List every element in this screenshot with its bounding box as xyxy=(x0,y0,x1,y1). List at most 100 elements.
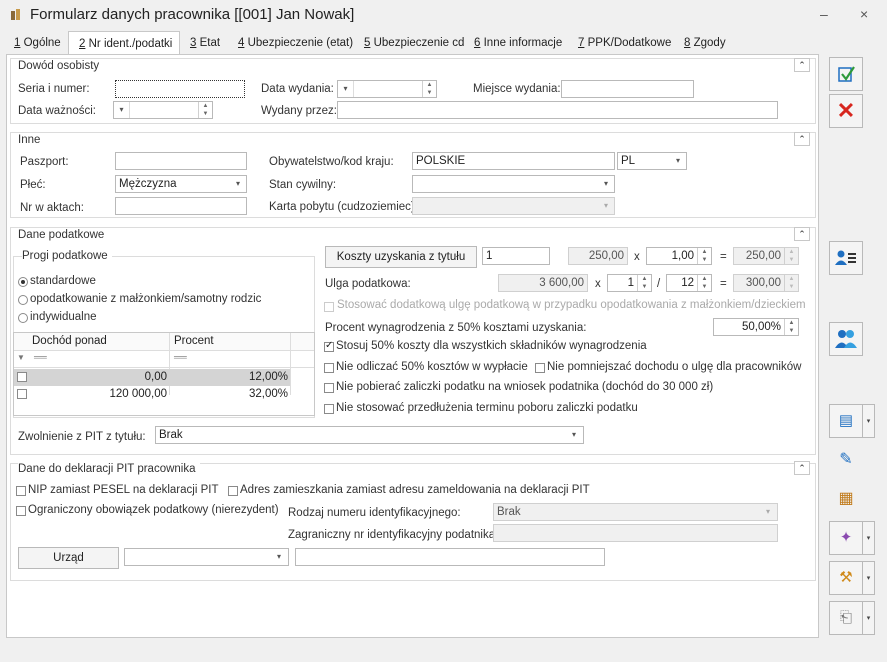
data-wydania-spinner[interactable]: ▲ ▼ xyxy=(422,81,436,97)
people-icon xyxy=(835,330,857,348)
row-checkbox[interactable] xyxy=(17,389,27,399)
urzad-button[interactable]: Urząd xyxy=(18,547,119,569)
radio-indywidualne[interactable] xyxy=(18,313,28,323)
grid-header-dochod[interactable]: Dochód ponad xyxy=(32,335,107,347)
seria-label: Seria i numer: xyxy=(18,83,90,95)
employee-tools-dropdown[interactable]: ▾ xyxy=(863,561,875,595)
miejsce-input[interactable] xyxy=(561,80,694,98)
koszty-count-input[interactable]: 1 xyxy=(482,247,550,265)
koszty-base-value: 250,00 xyxy=(568,247,628,265)
tab-inne-informacje[interactable]: 6 Inne informacje xyxy=(474,31,562,55)
urzad-chevron-icon[interactable]: ▾ xyxy=(271,549,287,565)
nie-odliczac-checkbox[interactable] xyxy=(324,363,334,373)
urzad-name-input[interactable] xyxy=(295,548,605,566)
row-procent: 12,00% xyxy=(248,371,288,383)
tab-zgody[interactable]: 8 Zgody xyxy=(684,31,726,55)
people-button[interactable] xyxy=(829,322,863,356)
door-exit-button[interactable]: ⎗ xyxy=(829,601,863,635)
payments-dropdown[interactable]: ▾ xyxy=(863,521,875,555)
waznosci-spinner[interactable]: ▲ ▼ xyxy=(198,102,212,118)
collapse-dowod-button[interactable]: ⌃ xyxy=(794,58,810,72)
row-checkbox[interactable] xyxy=(17,372,27,382)
koszty-mult-spinner[interactable]: ▲ ▼ xyxy=(697,248,711,264)
nie-pobierac-checkbox[interactable] xyxy=(324,383,334,393)
radio-standardowe-label: standardowe xyxy=(30,275,96,287)
nip-checkbox[interactable] xyxy=(16,486,26,496)
kod-kraju-chevron-icon[interactable]: ▾ xyxy=(670,153,686,169)
door-exit-dropdown[interactable]: ▾ xyxy=(863,601,875,635)
save-check-icon xyxy=(838,66,855,82)
wydany-input[interactable] xyxy=(337,101,778,119)
procent-spinner[interactable]: ▲ ▼ xyxy=(784,319,798,335)
tab-ubezpieczenie-etat[interactable]: 4 Ubezpieczenie (etat) xyxy=(238,31,353,55)
stosuj50-checkbox[interactable] xyxy=(324,340,334,352)
user-pencil-icon: ✎ xyxy=(839,451,853,468)
close-button[interactable]: × xyxy=(860,6,868,22)
stan-cywilny-select[interactable] xyxy=(412,175,615,193)
miejsce-label: Miejsce wydania: xyxy=(473,83,561,95)
filter-dochod[interactable]: ══ xyxy=(34,352,47,362)
urzad-select[interactable] xyxy=(124,548,289,566)
adres-checkbox[interactable] xyxy=(228,486,238,496)
document-button[interactable]: ▤ xyxy=(829,404,863,438)
document-icon: ▤ xyxy=(838,412,854,429)
grid-header-procent[interactable]: Procent xyxy=(174,335,214,347)
filter-icon: ▼ xyxy=(17,353,25,362)
waznosci-dropdown[interactable]: ▾ xyxy=(114,102,130,118)
cancel-button[interactable]: ✕ xyxy=(829,94,863,128)
tab-nr-ident[interactable]: 2 Nr ident./podatki xyxy=(68,31,180,56)
employee-tools-button[interactable]: ⚒ xyxy=(829,561,863,595)
person-list-button[interactable] xyxy=(829,241,863,275)
tab-ppk[interactable]: 7 PPK/Dodatkowe xyxy=(578,31,671,55)
nie-pomniejszac-checkbox[interactable] xyxy=(535,363,545,373)
akta-input[interactable] xyxy=(115,197,247,215)
dodatkowa-ulga-checkbox[interactable] xyxy=(324,302,334,312)
collapse-pit-button[interactable]: ⌃ xyxy=(794,461,810,475)
ograniczony-checkbox[interactable] xyxy=(16,506,26,516)
tab-ubezpieczenie-cd[interactable]: 5 Ubezpieczenie cd xyxy=(364,31,464,55)
collapse-inne-button[interactable]: ⌃ xyxy=(794,132,810,146)
seria-input[interactable] xyxy=(115,80,245,98)
karta-pobytu-chevron-icon[interactable]: ▾ xyxy=(598,198,614,214)
filter-procent[interactable]: ══ xyxy=(174,352,187,362)
plec-select[interactable]: Mężczyzna xyxy=(115,175,247,193)
karta-pobytu-select[interactable] xyxy=(412,197,615,215)
collapse-podatki-button[interactable]: ⌃ xyxy=(794,227,810,241)
minimize-button[interactable]: – xyxy=(820,6,828,22)
radio-standardowe[interactable] xyxy=(18,277,28,287)
data-wydania-dropdown[interactable]: ▾ xyxy=(338,81,354,97)
zwolnienie-label: Zwolnienie z PIT z tytułu: xyxy=(18,431,146,443)
rodzaj-label: Rodzaj numeru identyfikacyjnego: xyxy=(288,507,461,519)
ulga-den-spinner[interactable]: ▲ ▼ xyxy=(697,275,711,291)
grid-filter-row[interactable] xyxy=(14,352,314,368)
calendar-button[interactable]: ▦ xyxy=(829,483,863,517)
nie-pobierac-label: Nie pobierać zaliczki podatku na wniosek… xyxy=(336,381,714,393)
paszport-input[interactable] xyxy=(115,152,247,170)
ulga-num-spinner[interactable]: ▲ ▼ xyxy=(637,275,651,291)
person-card-icon xyxy=(835,250,856,265)
row-dochod: 120 000,00 xyxy=(109,388,167,400)
tab-ogolne[interactable]: 1 Ogólne xyxy=(14,31,61,55)
radio-z-malzonkiem[interactable] xyxy=(18,295,28,305)
nip-label: NIP zamiast PESEL na deklaracji PIT xyxy=(28,484,219,496)
zwolnienie-chevron-icon[interactable]: ▾ xyxy=(566,427,582,443)
zagraniczny-label: Zagraniczny nr identyfikacyjny podatnika… xyxy=(288,529,499,541)
dodatkowa-ulga-label: Stosować dodatkową ulgę podatkową w przy… xyxy=(337,299,806,311)
obywatelstwo-input[interactable]: POLSKIE xyxy=(412,152,615,170)
payments-button[interactable]: ✦ xyxy=(829,521,863,555)
app-icon xyxy=(11,9,20,20)
zwolnienie-select[interactable]: Brak xyxy=(155,426,584,444)
stan-cywilny-chevron-icon[interactable]: ▾ xyxy=(598,176,614,192)
rodzaj-chevron-icon[interactable]: ▾ xyxy=(760,504,776,520)
ulga-total-spinner: ▲ ▼ xyxy=(784,275,798,291)
user-edit-button[interactable]: ✎ xyxy=(829,444,863,478)
save-button[interactable] xyxy=(829,57,863,91)
tab-etat[interactable]: 3 Etat xyxy=(190,31,220,55)
rodzaj-select[interactable]: Brak xyxy=(493,503,778,521)
zagraniczny-input[interactable] xyxy=(493,524,778,542)
plec-chevron-icon[interactable]: ▾ xyxy=(230,176,246,192)
radio-z-malzonkiem-label: opodatkowanie z małżonkiem/samotny rodzi… xyxy=(30,293,262,305)
document-dropdown[interactable]: ▾ xyxy=(863,404,875,438)
koszty-uzyskania-button[interactable]: Koszty uzyskania z tytułu xyxy=(325,246,477,268)
nie-stosowac-checkbox[interactable] xyxy=(324,404,334,414)
